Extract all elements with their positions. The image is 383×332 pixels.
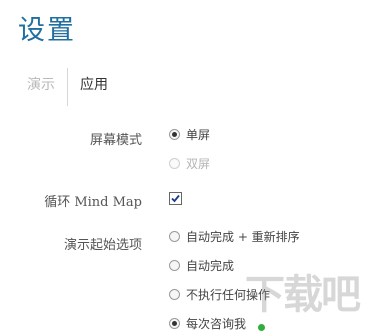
screen-mode-single-option[interactable]: 单屏 [169,126,210,142]
tab-divider [67,68,68,106]
watermark-logo: 下载吧 [245,272,361,318]
loop-mindmap-label: 循环 Mind Map [44,195,142,210]
loop-mindmap-checkbox[interactable] [169,192,182,205]
start-option-autocomplete-radio[interactable] [169,259,180,271]
check-icon [171,194,180,203]
start-option-ask-me-radio[interactable] [169,317,180,329]
screen-mode-label: 屏幕模式 [89,133,142,148]
screen-mode-single-text: 单屏 [186,127,211,142]
screen-mode-dual-radio[interactable] [169,157,180,169]
start-option-ask-me[interactable]: 每次咨询我 [169,315,246,331]
screen-mode-dual-text: 双屏 [186,156,211,171]
start-option-autocomplete-reorder-radio[interactable] [169,230,180,242]
start-option-autocomplete-reorder-text: 自动完成 + 重新排序 [186,229,300,244]
start-option-autocomplete[interactable]: 自动完成 [169,257,234,273]
watermark-dot [258,324,265,331]
screen-mode-dual-option[interactable]: 双屏 [169,155,210,171]
presentation-start-label: 演示起始选项 [63,238,142,253]
start-option-autocomplete-reorder[interactable]: 自动完成 + 重新排序 [169,228,300,244]
start-option-do-nothing-radio[interactable] [169,288,180,300]
page-title: 设置 [18,15,76,46]
screen-mode-single-radio[interactable] [169,128,180,140]
start-option-autocomplete-text: 自动完成 [186,258,235,273]
tab-demo[interactable]: 演示 [27,74,55,94]
start-option-ask-me-text: 每次咨询我 [186,316,247,331]
tab-app[interactable]: 应用 [80,74,108,94]
